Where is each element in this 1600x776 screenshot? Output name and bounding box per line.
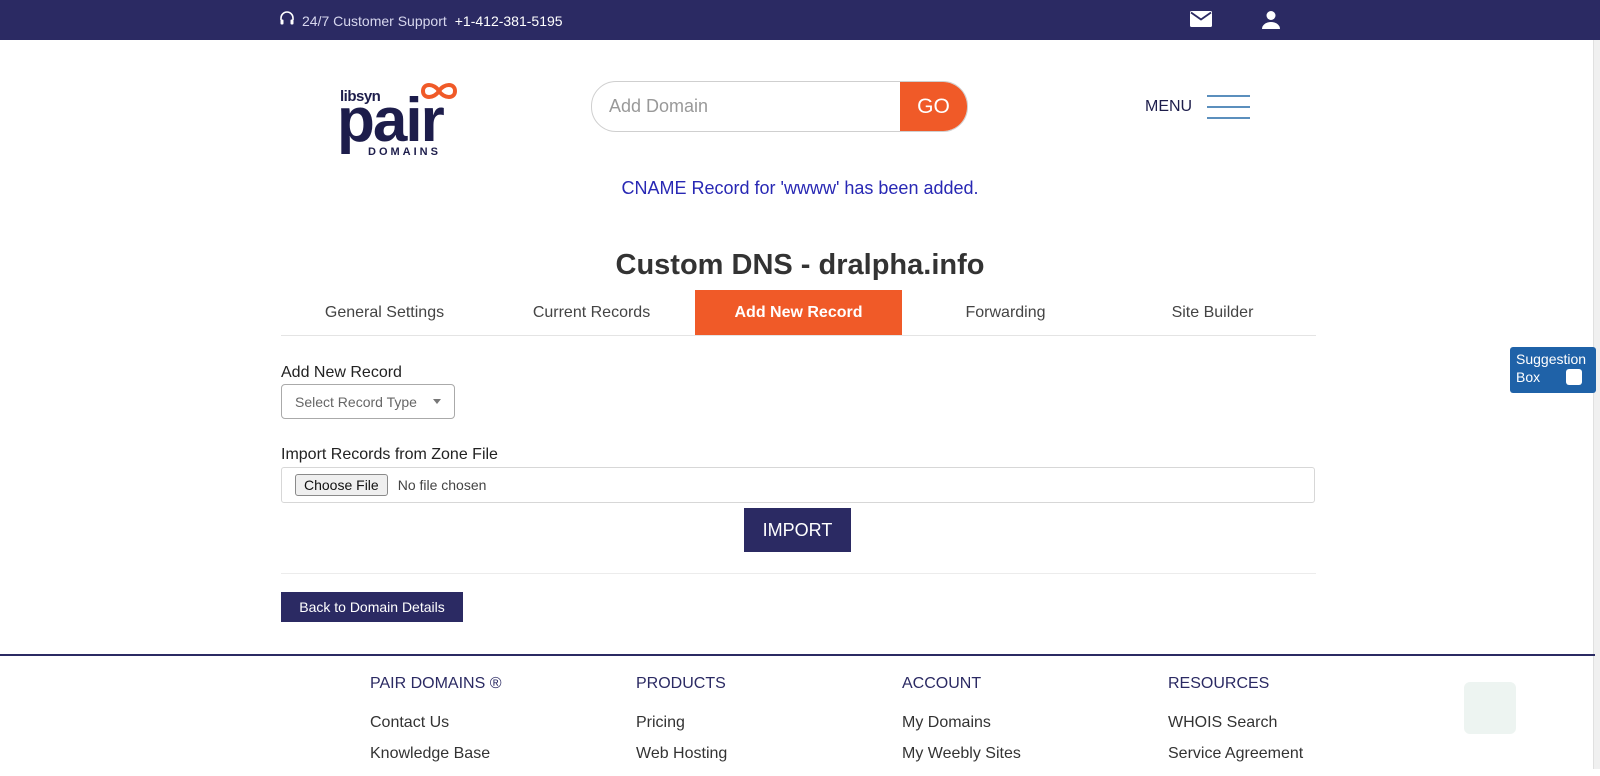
footer-heading: PAIR DOMAINS ® — [370, 675, 502, 692]
page-scrollbar[interactable] — [1593, 40, 1600, 769]
logo-domains: DOMAINS — [368, 146, 441, 158]
footer-heading: PRODUCTS — [636, 675, 726, 692]
tab-forwarding[interactable]: Forwarding — [902, 290, 1109, 335]
record-type-value: Select Record Type — [295, 393, 417, 410]
footer-column-products: PRODUCTS Pricing Web Hosting — [636, 675, 727, 776]
footer-link-whois-search[interactable]: WHOIS Search — [1168, 714, 1303, 732]
back-to-domain-details-button[interactable]: Back to Domain Details — [281, 592, 463, 622]
footer-heading: ACCOUNT — [902, 675, 982, 692]
menu-label: MENU — [1145, 98, 1193, 115]
suggestion-line2: Box — [1516, 369, 1541, 385]
suggestion-box-button[interactable]: Suggestion Box — [1510, 347, 1596, 393]
section-divider — [281, 573, 1316, 574]
hamburger-icon — [1207, 95, 1251, 119]
add-record-label: Add New Record — [281, 364, 402, 381]
footer-heading: RESOURCES — [1168, 675, 1270, 692]
footer-column-resources: RESOURCES WHOIS Search Service Agreement — [1168, 675, 1303, 776]
success-message: CNAME Record for 'wwww' has been added. — [621, 178, 979, 198]
footer-link-my-weebly-sites[interactable]: My Weebly Sites — [902, 745, 1021, 763]
add-domain-input[interactable] — [592, 82, 900, 131]
support-info: 24/7 Customer Support +1-412-381-5195 — [280, 11, 563, 30]
footer-divider — [0, 654, 1595, 656]
infinity-icon — [420, 83, 458, 99]
footer-column-account: ACCOUNT My Domains My Weebly Sites — [902, 675, 1021, 776]
footer-link-service-agreement[interactable]: Service Agreement — [1168, 745, 1303, 763]
footer-column-pair-domains: PAIR DOMAINS ® Contact Us Knowledge Base — [370, 675, 502, 776]
tab-site-builder[interactable]: Site Builder — [1109, 290, 1316, 335]
support-phone[interactable]: +1-412-381-5195 — [455, 13, 563, 29]
user-icon[interactable] — [1262, 10, 1280, 35]
main-menu[interactable]: MENU — [1145, 95, 1251, 119]
footer-link-knowledge-base[interactable]: Knowledge Base — [370, 745, 502, 763]
domain-search: GO — [591, 81, 968, 132]
footer-link-contact-us[interactable]: Contact Us — [370, 714, 502, 732]
pair-domains-logo[interactable]: libsyn pair DOMAINS — [337, 80, 462, 162]
go-button[interactable]: GO — [900, 82, 967, 131]
suggestion-line1: Suggestion — [1516, 351, 1587, 367]
import-label: Import Records from Zone File — [281, 446, 498, 463]
page-title: Custom DNS - dralpha.info — [615, 249, 985, 281]
footer-link-pricing[interactable]: Pricing — [636, 714, 727, 732]
dns-tabs: General Settings Current Records Add New… — [281, 290, 1316, 336]
chat-widget-icon[interactable] — [1464, 682, 1516, 734]
box-icon — [1566, 369, 1582, 385]
record-type-select[interactable]: Select Record Type — [281, 384, 455, 419]
tab-current-records[interactable]: Current Records — [488, 290, 695, 335]
file-status: No file chosen — [397, 477, 487, 493]
tab-general-settings[interactable]: General Settings — [281, 290, 488, 335]
top-bar: 24/7 Customer Support +1-412-381-5195 — [0, 0, 1600, 40]
zone-file-input: Choose File No file chosen — [281, 467, 1315, 503]
footer-link-web-hosting[interactable]: Web Hosting — [636, 745, 727, 763]
caret-down-icon — [433, 399, 441, 404]
headset-icon — [280, 11, 294, 30]
choose-file-button[interactable]: Choose File — [295, 474, 388, 496]
mail-icon[interactable] — [1190, 10, 1212, 33]
import-button[interactable]: IMPORT — [744, 508, 851, 552]
tab-add-new-record[interactable]: Add New Record — [695, 290, 902, 335]
support-label: 24/7 Customer Support — [302, 12, 447, 29]
footer-link-my-domains[interactable]: My Domains — [902, 714, 1021, 732]
